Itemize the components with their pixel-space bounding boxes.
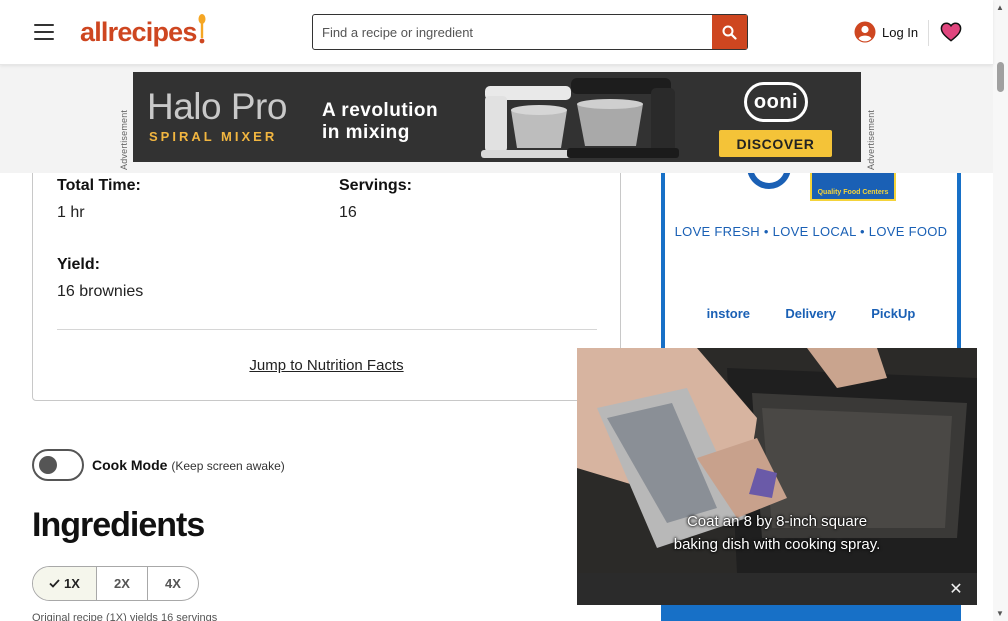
service-pickup: PickUp xyxy=(871,306,916,321)
spoon-icon xyxy=(198,14,206,44)
ooni-logo: ooni xyxy=(744,82,808,122)
service-instore: instore xyxy=(706,306,750,321)
top-ad-band: Advertisement Halo Pro SPIRAL MIXER A re… xyxy=(0,65,993,173)
rail-ad-tagline: LOVE FRESH • LOVE LOCAL • LOVE FOOD xyxy=(674,224,948,239)
ad-tagline: A revolution in mixing xyxy=(322,100,439,143)
scale-button-1x[interactable]: 1X xyxy=(33,567,97,600)
yield-value: 16 brownies xyxy=(57,283,144,300)
scale-button-4x[interactable]: 4X xyxy=(148,567,198,600)
rail-ad-services: instore Delivery PickUp xyxy=(665,306,957,321)
heart-icon[interactable] xyxy=(940,21,962,48)
close-icon[interactable]: ✕ xyxy=(947,580,965,598)
search-button[interactable] xyxy=(712,15,747,49)
check-icon xyxy=(49,579,60,588)
servings-value: 16 xyxy=(339,204,357,221)
servings-label: Servings: xyxy=(339,177,412,194)
halo-pro-ad[interactable]: Halo Pro SPIRAL MIXER A revolution in mi… xyxy=(133,72,861,162)
recipe-scale-selector: 1X 2X 4X xyxy=(32,566,199,601)
video-caption: Coat an 8 by 8-inch square baking dish w… xyxy=(673,513,881,553)
user-icon xyxy=(854,21,876,43)
yield-note: Original recipe (1X) yields 16 servings xyxy=(32,612,218,621)
yield-label: Yield: xyxy=(57,256,100,273)
cook-mode-label: Cook Mode (Keep screen awake) xyxy=(92,457,285,473)
site-header: allrecipes Log In xyxy=(0,0,993,65)
video-control-bar: ✕ xyxy=(577,573,977,605)
scroll-thumb[interactable] xyxy=(997,62,1004,92)
mixer-image xyxy=(481,78,679,158)
ad-brand-subtitle: SPIRAL MIXER xyxy=(149,129,278,144)
service-delivery: Delivery xyxy=(785,306,836,321)
cook-mode-sublabel: (Keep screen awake) xyxy=(171,459,285,473)
qfc-logo: Quality Food Centers xyxy=(810,173,896,201)
toggle-knob xyxy=(39,456,57,474)
qfc-ring-graphic xyxy=(747,173,791,189)
video-player[interactable]: Coat an 8 by 8-inch square baking dish w… xyxy=(577,348,977,605)
ad-brand-title: Halo Pro xyxy=(147,86,287,127)
login-button[interactable]: Log In xyxy=(854,21,918,43)
jump-to-nutrition-link[interactable]: Jump to Nutrition Facts xyxy=(33,357,620,374)
search-icon xyxy=(722,25,737,40)
page-scrollbar[interactable]: ▲ ▼ xyxy=(993,0,1008,621)
ingredients-heading: Ingredients xyxy=(32,506,205,544)
scroll-up-arrow-icon[interactable]: ▲ xyxy=(996,3,1004,12)
discover-button[interactable]: DISCOVER xyxy=(719,130,832,157)
video-frame: Coat an 8 by 8-inch square baking dish w… xyxy=(577,348,977,573)
hamburger-icon[interactable] xyxy=(34,24,54,40)
scale-button-2x[interactable]: 2X xyxy=(97,567,148,600)
login-label: Log In xyxy=(882,24,919,40)
card-divider xyxy=(57,329,597,330)
site-logo[interactable]: allrecipes xyxy=(80,14,206,49)
cook-mode-toggle[interactable] xyxy=(32,449,84,481)
header-divider xyxy=(928,20,929,46)
advertisement-label-left: Advertisement xyxy=(119,109,129,170)
advertisement-label-right: Advertisement xyxy=(866,109,876,170)
total-time-label: Total Time: xyxy=(57,177,141,194)
total-time-value: 1 hr xyxy=(57,204,85,221)
scroll-down-arrow-icon[interactable]: ▼ xyxy=(996,609,1004,618)
search-bar xyxy=(312,14,748,50)
search-input[interactable] xyxy=(313,15,712,49)
